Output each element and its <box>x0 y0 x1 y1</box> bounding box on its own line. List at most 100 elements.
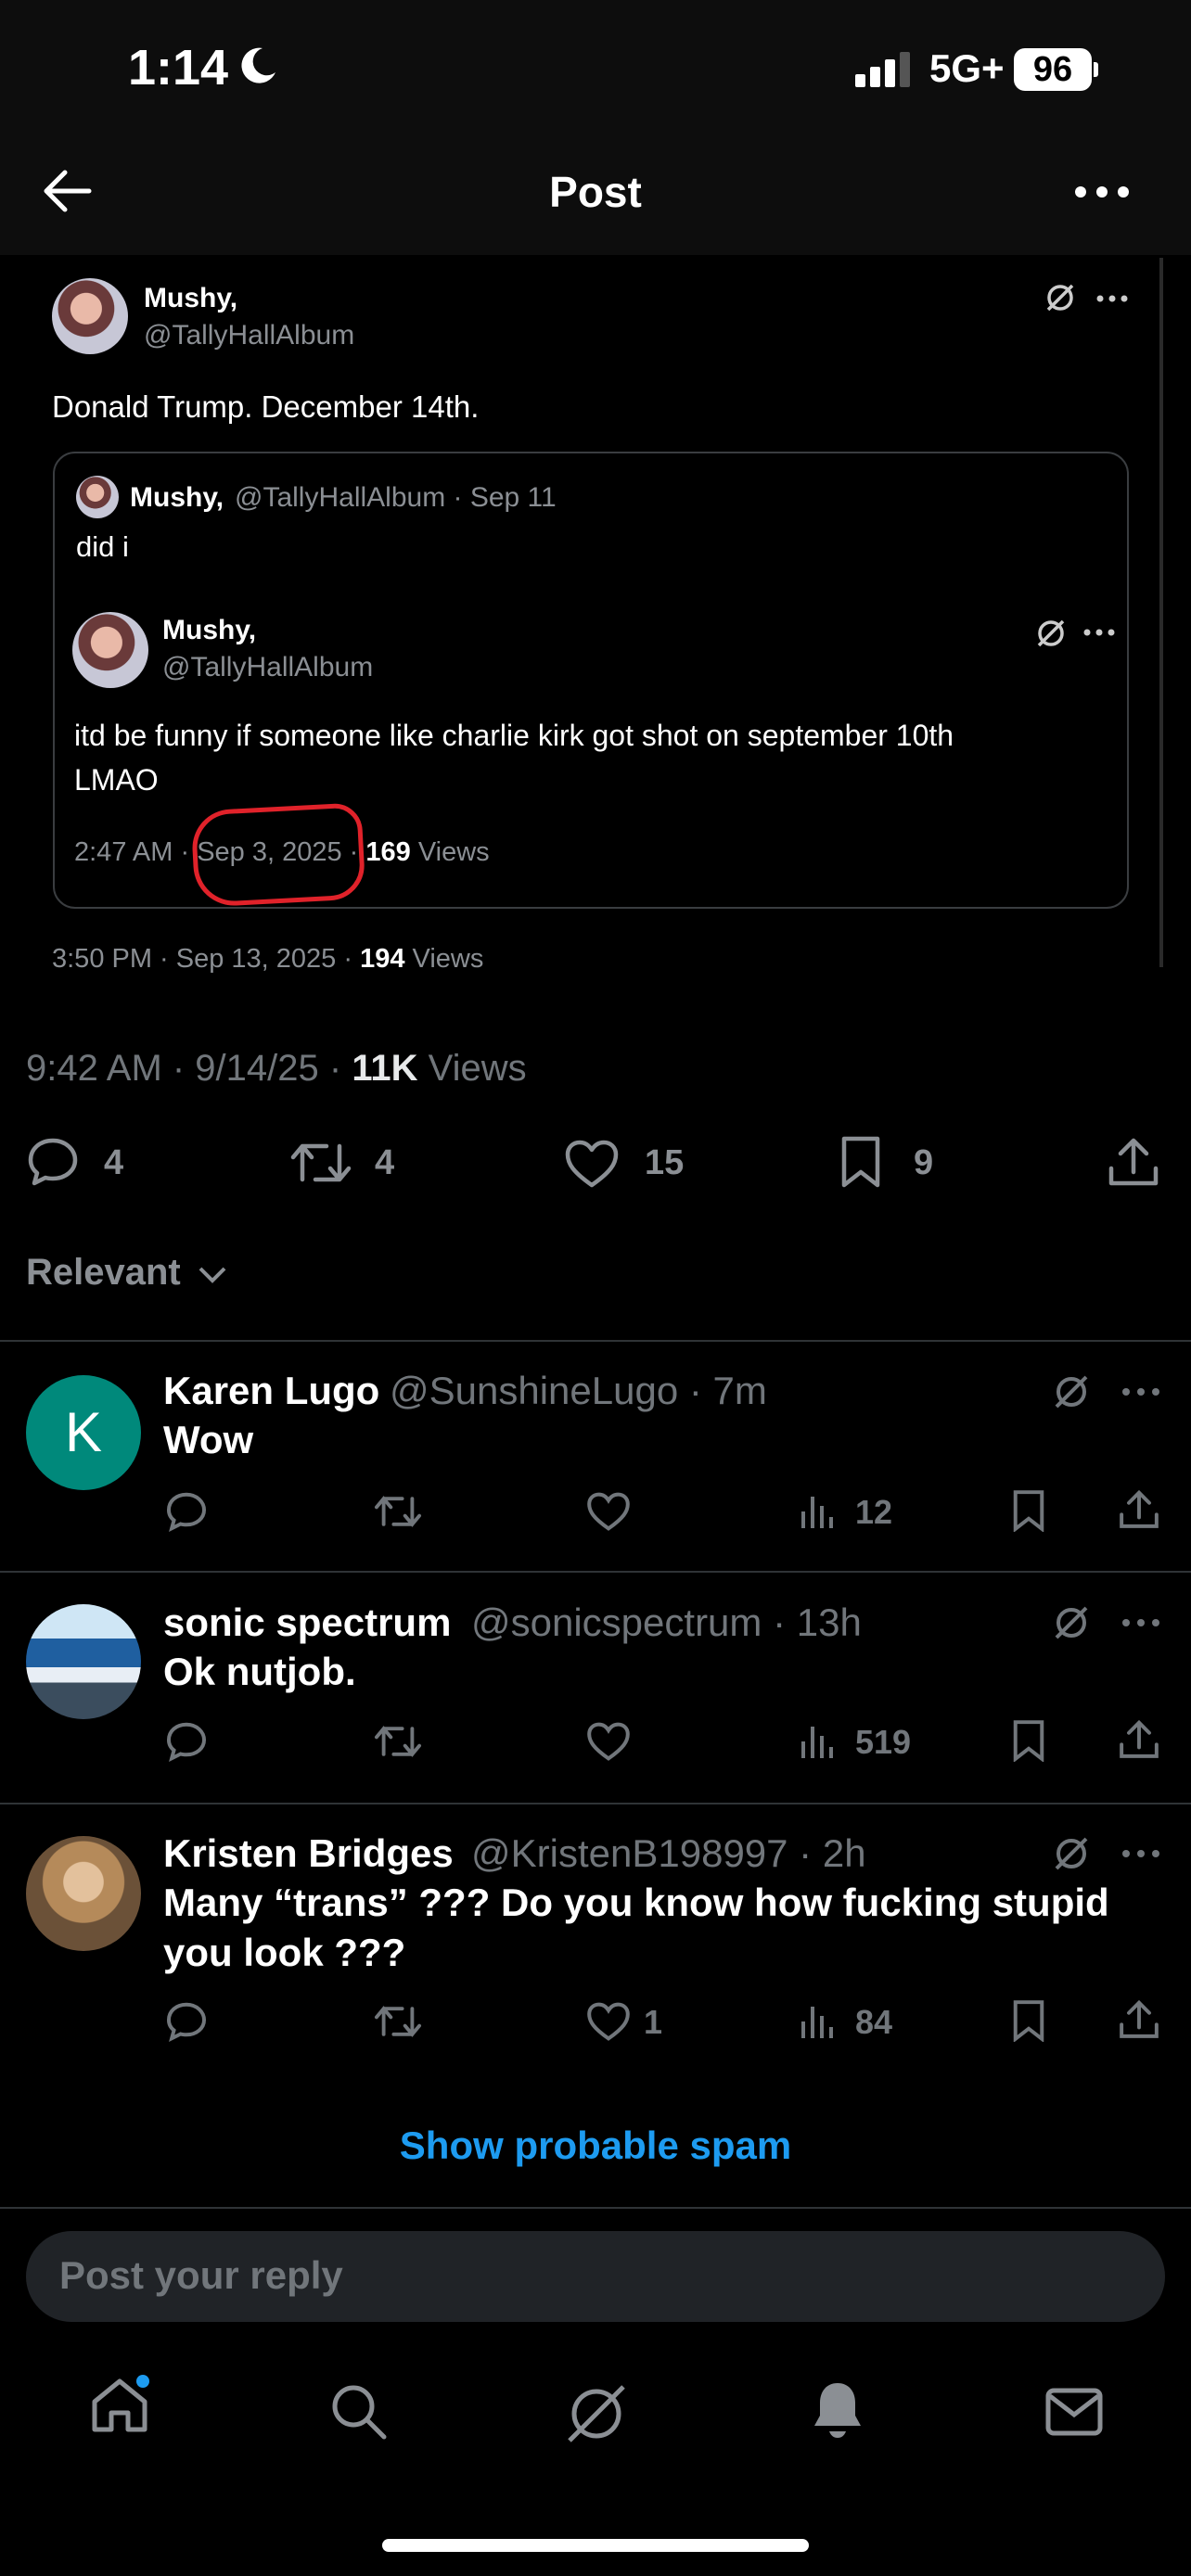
bookmark-icon[interactable] <box>1011 1719 1046 1762</box>
share-icon[interactable] <box>1119 1487 1159 1530</box>
repost-icon[interactable] <box>373 1493 423 1530</box>
share-icon[interactable] <box>1119 1717 1159 1760</box>
reply-icon[interactable] <box>165 1721 208 1762</box>
grok-icon[interactable] <box>1052 1372 1091 1411</box>
inner-views-count: 169 <box>365 837 411 867</box>
avatar[interactable]: K <box>26 1375 141 1490</box>
divider <box>0 1340 1191 1342</box>
views-icon[interactable] <box>800 1491 837 1530</box>
reply-icon[interactable] <box>165 1491 208 1532</box>
reply-text-line2: you look ??? <box>163 1931 406 1974</box>
reply-views-count: 84 <box>855 2003 893 2041</box>
reply-placeholder: Post your reply <box>59 2253 343 2297</box>
status-time: 1:14 <box>128 40 229 96</box>
repost-count: 4 <box>375 1143 395 1182</box>
embedded-time: 3:50 PM · Sep 13, 2025 · <box>52 944 353 974</box>
search-icon[interactable] <box>328 2381 388 2441</box>
page-title: Post <box>549 168 642 216</box>
chevron-down-icon <box>198 1268 226 1284</box>
reply-author-name[interactable]: Karen Lugo <box>163 1369 379 1413</box>
grok-icon[interactable] <box>564 2381 629 2446</box>
reply-author-name[interactable]: Kristen Bridges <box>163 1831 454 1876</box>
reply-text: Ok nutjob. <box>163 1650 356 1693</box>
author-handle: @TallyHallAlbum <box>144 320 355 351</box>
battery-level: 96 <box>1014 48 1092 91</box>
more-icon[interactable] <box>1122 1619 1159 1626</box>
divider <box>0 1803 1191 1804</box>
avatar[interactable] <box>26 1604 141 1719</box>
reply-author-handle[interactable]: @SunshineLugo · 7m <box>390 1369 767 1413</box>
avatar <box>76 476 119 518</box>
battery-nub <box>1094 62 1098 77</box>
grok-icon <box>1037 619 1065 647</box>
quoted-author-name: Mushy, <box>130 482 224 513</box>
reply-author-handle[interactable]: @KristenB198997 · 2h <box>471 1831 866 1876</box>
inner-author-name: Mushy, <box>162 615 257 645</box>
reply-views-count: 519 <box>855 1723 912 1761</box>
views-icon[interactable] <box>800 2001 837 2040</box>
post-meta: 9:42 AM · 9/14/25 · 11K Views <box>26 1048 527 1090</box>
repost-icon[interactable] <box>289 1139 352 1187</box>
grok-icon[interactable] <box>1052 1834 1091 1873</box>
embedded-views-count: 194 <box>360 944 405 974</box>
reply-icon[interactable] <box>165 2001 208 2042</box>
share-icon[interactable] <box>1119 1997 1159 2040</box>
inner-views-label: Views <box>417 837 490 867</box>
network-type: 5G+ <box>929 46 1005 90</box>
bookmark-icon[interactable] <box>1011 1489 1046 1532</box>
reply-count: 4 <box>104 1143 124 1182</box>
more-icon[interactable] <box>1122 1850 1159 1857</box>
home-icon[interactable] <box>89 2374 150 2435</box>
reply-views-count: 12 <box>855 1493 893 1531</box>
embedded-meta: 3:50 PM · Sep 13, 2025 · 194 Views <box>52 944 483 975</box>
embedded-views-label: Views <box>412 944 484 974</box>
inner-text-line1: itd be funny if someone like charlie kir… <box>74 719 954 752</box>
home-indicator <box>382 2539 809 2552</box>
share-icon[interactable] <box>1108 1135 1159 1187</box>
reply-text: Wow <box>163 1418 254 1461</box>
more-icon[interactable] <box>1122 1388 1159 1396</box>
repost-icon[interactable] <box>373 2003 423 2040</box>
reply-author-handle[interactable]: @sonicspectrum · 13h <box>471 1600 862 1645</box>
grok-icon <box>1046 284 1074 312</box>
moon-icon <box>241 47 275 83</box>
quoted-text: did i <box>76 530 129 563</box>
reply-like-count: 1 <box>644 2003 663 2041</box>
avatar <box>72 612 148 688</box>
inner-text-line2: LMAO <box>74 763 159 797</box>
divider <box>0 1571 1191 1573</box>
like-icon[interactable] <box>586 1721 631 1762</box>
divider <box>0 2207 1191 2209</box>
avatar <box>52 278 128 354</box>
notifications-icon[interactable] <box>811 2379 864 2441</box>
repost-icon[interactable] <box>373 1723 423 1760</box>
bookmark-icon[interactable] <box>1011 1999 1046 2042</box>
inner-time: 2:47 AM · <box>74 837 190 867</box>
post-text: Donald Trump. December 14th. <box>52 389 480 424</box>
views-icon[interactable] <box>800 1721 837 1760</box>
signal-icon <box>855 52 910 87</box>
more-icon[interactable] <box>1074 185 1130 198</box>
sort-dropdown[interactable]: Relevant <box>26 1252 228 1294</box>
grok-icon[interactable] <box>1052 1603 1091 1642</box>
show-probable-spam-link[interactable]: Show probable spam <box>0 2123 1191 2168</box>
inner-author-handle: @TallyHallAlbum <box>162 652 374 682</box>
like-icon[interactable] <box>586 1491 631 1532</box>
avatar[interactable] <box>26 1836 141 1951</box>
reply-text-line1: Many “trans” ??? Do you know how fucking… <box>163 1881 1109 1924</box>
like-count: 15 <box>645 1143 685 1182</box>
bookmark-count: 9 <box>914 1143 934 1182</box>
post-views-count: 11K <box>352 1048 418 1089</box>
author-name: Mushy, <box>144 283 238 313</box>
bookmark-icon[interactable] <box>839 1135 882 1189</box>
sort-label: Relevant <box>26 1252 181 1293</box>
like-icon[interactable] <box>564 1139 620 1189</box>
more-icon <box>1096 295 1128 302</box>
messages-icon[interactable] <box>1044 2387 1104 2437</box>
reply-author-name[interactable]: sonic spectrum <box>163 1600 451 1645</box>
reply-icon[interactable] <box>26 1137 80 1187</box>
post-views-label: Views <box>428 1048 527 1089</box>
like-icon[interactable] <box>586 2001 631 2042</box>
more-icon <box>1083 629 1115 636</box>
red-annotation-circle <box>190 802 366 908</box>
